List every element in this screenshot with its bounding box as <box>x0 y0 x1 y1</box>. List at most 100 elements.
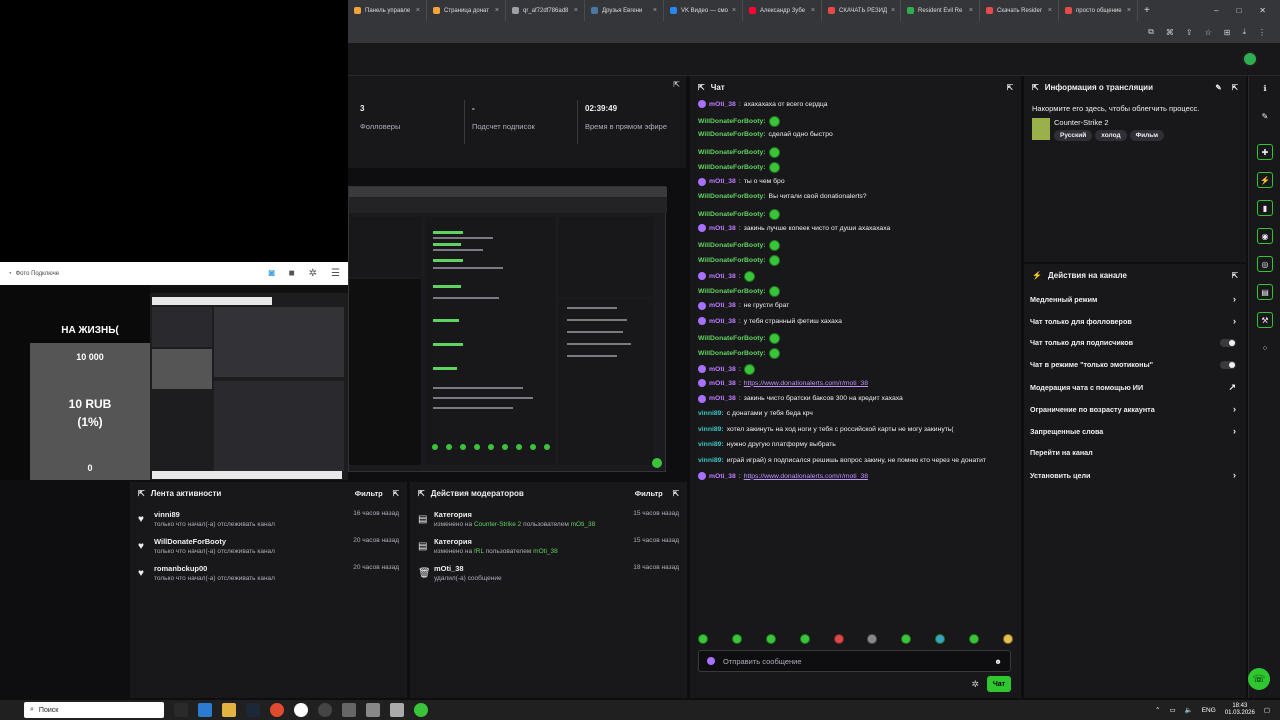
browser-menu-icon[interactable]: ⋮ <box>1258 28 1266 37</box>
chat-username[interactable]: mOti_38 <box>709 302 736 309</box>
new-tab-button[interactable]: + <box>1144 5 1150 16</box>
tag[interactable]: Фильм <box>1129 130 1165 141</box>
browser-tab[interactable]: Страница донат × <box>427 0 506 21</box>
close-tab-icon[interactable]: × <box>416 7 420 14</box>
language-indicator[interactable]: ENG <box>1202 707 1216 714</box>
yandex-icon[interactable] <box>294 703 308 717</box>
chat-username[interactable]: WillDonateForBooty: <box>698 211 766 218</box>
emote-icon[interactable] <box>768 146 780 158</box>
emote-icon[interactable] <box>768 162 780 173</box>
chat-username[interactable]: WillDonateForBooty: <box>698 350 766 357</box>
emote-icon[interactable] <box>768 255 780 266</box>
browser-tab[interactable]: просто общение × <box>1059 0 1138 21</box>
close-tab-icon[interactable]: × <box>969 7 973 14</box>
chat-username[interactable]: WillDonateForBooty: <box>698 149 766 156</box>
channel-action-item[interactable]: Модерация чата с помощью ИИ ↗ <box>1030 382 1236 393</box>
chat-username[interactable]: mOti_38 <box>709 366 736 373</box>
emote-icon[interactable] <box>799 634 810 644</box>
chat-username[interactable]: vinni89: <box>698 410 724 417</box>
close-tab-icon[interactable]: × <box>574 7 578 14</box>
chevron-up-icon[interactable]: ⌃ <box>1155 706 1160 714</box>
maximize-button[interactable]: □ <box>1236 6 1241 15</box>
channel-action-item[interactable]: Ограничение по возрасту аккаунта › <box>1030 404 1236 414</box>
download-icon[interactable]: ⤓ <box>1242 27 1246 37</box>
chat-username[interactable]: mOti_38 <box>709 178 736 185</box>
emote-icon[interactable] <box>1002 634 1013 644</box>
emote-icon[interactable] <box>768 332 780 344</box>
activity-user[interactable]: WillDonateForBooty <box>154 537 226 546</box>
filter-button[interactable]: Фильтр <box>355 489 383 498</box>
emote-icon[interactable] <box>743 270 755 282</box>
chat-username[interactable]: WillDonateForBooty: <box>698 288 766 295</box>
browser-tab[interactable]: Resident Evil Re × <box>901 0 980 21</box>
emote-icon[interactable] <box>768 348 780 359</box>
cast-icon[interactable]: ⧉ <box>1148 27 1154 37</box>
chat-username[interactable]: mOti_38 <box>709 473 736 480</box>
emote-icon[interactable] <box>901 634 912 644</box>
quick-action-icon[interactable]: ✚ <box>1257 144 1273 160</box>
minimize-button[interactable]: – <box>1214 6 1218 15</box>
chat-username[interactable]: mOti_38 <box>709 395 736 402</box>
close-tab-icon[interactable]: × <box>1127 7 1131 14</box>
chat-username[interactable]: WillDonateForBooty: <box>698 118 766 125</box>
emote-icon[interactable] <box>765 634 776 644</box>
filter-button[interactable]: Фильтр <box>635 489 663 498</box>
translate-icon[interactable]: ⌘ <box>1166 28 1174 37</box>
more-icon[interactable]: ⁘ <box>1257 340 1273 356</box>
toggle-switch[interactable] <box>1220 360 1236 369</box>
bookmark-star-icon[interactable]: ☆ <box>1205 28 1212 37</box>
extensions-icon[interactable]: ⊞ <box>1224 28 1231 37</box>
lightning-icon[interactable]: ⚡ <box>1257 172 1273 188</box>
channel-action-item[interactable]: Установить цели › <box>1030 470 1236 480</box>
popout-icon[interactable]: ⇱ <box>138 489 145 498</box>
popout-icon[interactable]: ⇱ <box>1232 271 1238 280</box>
chrome-icon[interactable] <box>270 703 284 717</box>
channel-action-item[interactable]: Чат в режиме "только эмотиконы" <box>1030 360 1236 369</box>
popout-icon[interactable]: ⇱ <box>1032 83 1039 92</box>
chat-username[interactable]: mOti_38 <box>709 318 736 325</box>
shield-icon[interactable] <box>366 703 380 717</box>
chat-link[interactable]: https://www.donationalerts.com/r/moti_38 <box>744 380 868 387</box>
layers-icon[interactable]: ▤ <box>1257 284 1273 300</box>
popout-icon[interactable]: ⇱ <box>673 489 679 498</box>
steam-icon[interactable] <box>246 703 260 717</box>
wrench-icon[interactable]: ⚒ <box>1257 312 1273 328</box>
chat-send-button[interactable]: Чат <box>987 676 1011 692</box>
emote-icon[interactable] <box>867 634 878 644</box>
channel-action-item[interactable]: Перейти на канал <box>1030 448 1236 457</box>
broadcast-icon[interactable]: ◎ <box>1257 256 1273 272</box>
popout-icon[interactable]: ⇱ <box>698 83 705 92</box>
tag[interactable]: Русский <box>1054 130 1093 141</box>
channel-action-item[interactable]: Запрещенные слова › <box>1030 426 1236 436</box>
popout-icon[interactable]: ⇱ <box>1232 83 1238 92</box>
share-icon[interactable]: ⇪ <box>1186 28 1193 37</box>
channel-action-item[interactable]: Чат только для фолловеров › <box>1030 316 1236 326</box>
browser-tab[interactable]: Панель управле × <box>348 0 427 21</box>
chat-link[interactable]: https://www.donationalerts.com/r/moti_38 <box>744 473 868 480</box>
chat-username[interactable]: WillDonateForBooty: <box>698 335 766 342</box>
task-view-icon[interactable] <box>174 703 188 717</box>
chat-settings-gear-icon[interactable]: ✲ <box>971 679 979 690</box>
settings-icon[interactable]: ✲ <box>309 268 317 279</box>
popout-icon[interactable]: ⇱ <box>1007 83 1013 92</box>
app-icon[interactable] <box>390 703 404 717</box>
chat-username[interactable]: mOti_38 <box>709 380 736 387</box>
close-tab-icon[interactable]: × <box>811 7 815 14</box>
chat-username[interactable]: WillDonateForBooty: <box>698 257 766 264</box>
camera-icon[interactable]: ◙ <box>269 268 275 279</box>
close-tab-icon[interactable]: × <box>495 7 499 14</box>
emote-icon[interactable] <box>969 634 979 644</box>
clock[interactable]: 18:43 01.03.2026 <box>1225 703 1255 717</box>
menu-icon[interactable]: ☰ <box>331 268 340 279</box>
browser-tab[interactable]: Александр Зубе × <box>743 0 822 21</box>
chat-username[interactable]: WillDonateForBooty: <box>698 164 766 171</box>
close-tab-icon[interactable]: × <box>732 7 736 14</box>
marker-icon[interactable]: ▮ <box>1257 200 1273 216</box>
popout-icon[interactable]: ⇱ <box>418 489 425 498</box>
tag[interactable]: холод <box>1095 130 1127 141</box>
browser-tab[interactable]: СКАЧАТЬ РЕЗИД × <box>822 0 901 21</box>
channel-action-item[interactable]: Чат только для подписчиков <box>1030 338 1236 347</box>
chat-username[interactable]: WillDonateForBooty: <box>698 193 766 200</box>
user-avatar[interactable] <box>1242 51 1258 67</box>
network-icon[interactable]: ▭ <box>1169 706 1175 714</box>
